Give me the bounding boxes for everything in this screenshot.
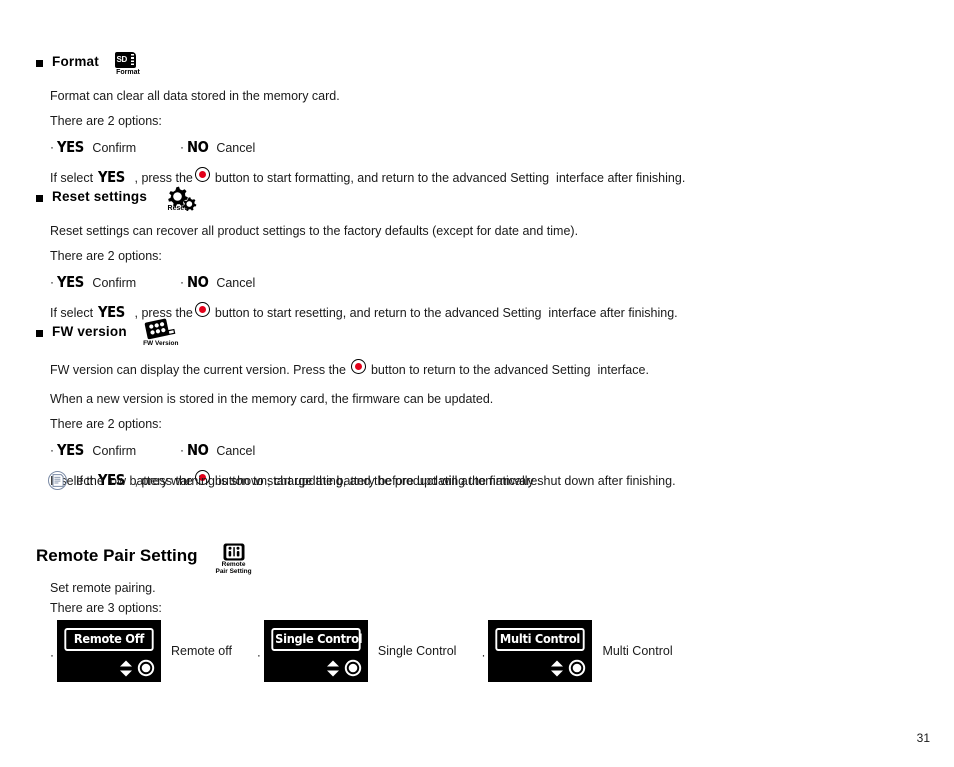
remote-option-single-control[interactable]: · Single Control Single Control	[256, 620, 457, 682]
lcd-nav-icons	[549, 659, 586, 677]
square-bullet-icon	[36, 330, 43, 337]
section-fw-version: FW version FW Version FW version can dis…	[36, 318, 676, 490]
format-description: Format can clear all data stored in the …	[50, 89, 340, 103]
manual-page: Format SD Format Format can clear all da…	[0, 0, 954, 767]
section-fw-header: FW version FW Version	[36, 318, 676, 350]
lcd-label-multi-control: Multi Control	[495, 628, 586, 651]
option-yes-word: YES	[57, 137, 84, 156]
note-callout: If the low battery warning is shown, cha…	[48, 471, 541, 490]
lcd-label-remote-off: Remote Off	[64, 628, 154, 651]
reset-options: · YES Confirm · NO Cancel	[50, 273, 678, 291]
page-number: 31	[916, 731, 930, 745]
option-yes-label: Confirm	[92, 140, 137, 155]
dot-bullet-icon: ·	[50, 139, 54, 154]
section-reset-settings: Reset settings Reset Reset settings can …	[36, 186, 678, 322]
sd-icon-caption: Format	[116, 69, 140, 76]
option-no: · NO Cancel	[180, 138, 255, 156]
option-no-word: NO	[187, 137, 209, 156]
option-yes-label: Confirm	[92, 275, 137, 290]
section-format-title: Format	[52, 54, 99, 69]
reset-description: Reset settings can recover all product s…	[50, 224, 579, 238]
format-options-intro: There are 2 options:	[50, 113, 162, 128]
fw-description-pre: FW version can display the current versi…	[50, 363, 346, 377]
option-no: · NO Cancel	[180, 273, 255, 291]
fw-description-post: button to return to the advanced Setting…	[370, 363, 649, 377]
remote-option-multi-control[interactable]: · Multi Control Multi Control	[481, 620, 673, 682]
dot-bullet-icon: ·	[50, 274, 54, 289]
remote-pair-icon: Remote Pair Setting	[212, 542, 256, 576]
square-bullet-icon	[36, 195, 43, 202]
section-fw-title: FW version	[52, 324, 127, 339]
fw-options-intro: There are 2 options:	[50, 416, 162, 431]
section-reset-title: Reset settings	[52, 189, 148, 204]
sd-card-icon: SD Format	[113, 52, 143, 76]
fw-icon-caption: FW Version	[143, 340, 179, 348]
lcd-screen-remote-off[interactable]: Remote Off	[57, 620, 161, 682]
lcd-screen-multi-control[interactable]: Multi Control	[488, 620, 593, 682]
option-no-label: Cancel	[216, 443, 256, 458]
record-button-icon	[194, 301, 210, 317]
option-yes-word: YES	[57, 440, 84, 459]
fw-description-2: When a new version is stored in the memo…	[50, 391, 494, 406]
reset-icon-caption: Reset	[167, 204, 187, 212]
lcd-label-single-control: Single Control	[271, 628, 363, 651]
format-action-line: If select YES , press the button to star…	[50, 166, 686, 187]
lcd-nav-icons	[118, 659, 155, 677]
reset-options-intro: There are 2 options:	[50, 248, 162, 263]
section-format-header: Format SD Format	[36, 52, 685, 80]
option-no-label: Cancel	[216, 140, 256, 155]
option-yes: · YES Confirm	[50, 273, 180, 291]
reset-action-post: button to start resetting, and return to…	[214, 305, 678, 320]
remote-option-remote-off[interactable]: · Remote Off Remote off	[50, 620, 232, 682]
remote-pair-setting-title: Remote Pair Setting	[36, 546, 198, 565]
note-document-icon	[48, 471, 67, 490]
fw-version-icon: FW Version	[143, 318, 179, 348]
reset-gears-icon: Reset	[163, 185, 197, 212]
format-action-word: YES	[98, 167, 125, 186]
option-no-word: NO	[187, 440, 209, 459]
option-no-word: NO	[187, 272, 209, 291]
remote-pair-setting-header: Remote Pair Setting Remote Pair Setting	[36, 543, 256, 580]
option-yes: · YES Confirm	[50, 138, 180, 156]
option-yes-label: Confirm	[92, 443, 137, 458]
remote-pair-options: · Remote Off Remote off · Single Control…	[50, 620, 673, 682]
fw-options: · YES Confirm · NO Cancel	[50, 441, 676, 459]
reset-action-pre: If select	[50, 305, 94, 320]
remote-pair-description: Set remote pairing.	[50, 581, 156, 595]
note-text: If the low battery warning is shown, cha…	[76, 473, 541, 488]
lcd-caption-single-control: Single Control	[377, 644, 457, 658]
dot-bullet-icon: ·	[180, 139, 184, 154]
option-yes-word: YES	[57, 272, 84, 291]
section-reset-header: Reset settings Reset	[36, 186, 678, 215]
dot-bullet-icon: ·	[481, 648, 486, 662]
format-options: · YES Confirm · NO Cancel	[50, 138, 685, 156]
dot-bullet-icon: ·	[180, 442, 184, 457]
remote-pair-icon-caption: Remote Pair Setting	[215, 561, 252, 575]
square-bullet-icon	[36, 60, 43, 67]
lcd-screen-single-control[interactable]: Single Control	[263, 620, 368, 682]
format-action-pre: If select	[50, 170, 94, 185]
sd-icon-label: SD	[116, 55, 127, 64]
record-button-icon	[350, 359, 366, 374]
format-action-post: button to start formatting, and return t…	[214, 170, 686, 185]
lcd-caption-remote-off: Remote off	[171, 644, 232, 658]
section-format: Format SD Format Format can clear all da…	[36, 52, 686, 187]
option-yes: · YES Confirm	[50, 441, 180, 459]
fw-description-line: FW version can display the current versi…	[50, 359, 676, 379]
sd-icon-notches	[131, 54, 135, 66]
record-button-icon	[194, 166, 210, 182]
lcd-caption-multi-control: Multi Control	[602, 644, 673, 658]
dot-bullet-icon: ·	[256, 648, 261, 662]
reset-action-word: YES	[98, 302, 125, 321]
option-no: · NO Cancel	[180, 441, 255, 459]
dot-bullet-icon: ·	[50, 648, 54, 662]
lcd-nav-icons	[325, 659, 362, 677]
option-no-label: Cancel	[216, 275, 256, 290]
remote-pair-options-intro: There are 3 options:	[50, 601, 162, 615]
dot-bullet-icon: ·	[50, 442, 54, 457]
dot-bullet-icon: ·	[180, 274, 184, 289]
